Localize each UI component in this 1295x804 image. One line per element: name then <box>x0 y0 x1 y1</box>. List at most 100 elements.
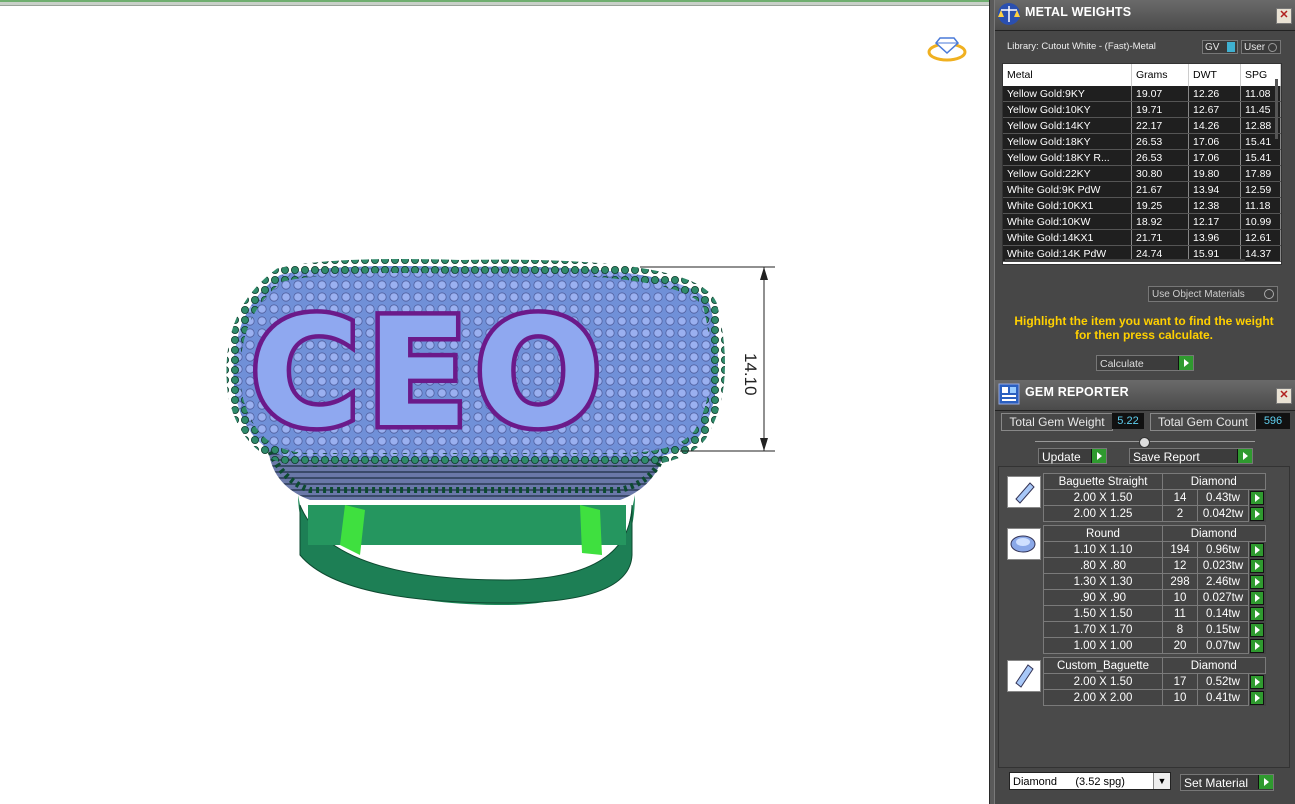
calculate-hint: Highlight the item you want to find the … <box>1014 314 1274 342</box>
material-select[interactable]: Diamond (3.52 spg) ▼ <box>1009 772 1171 790</box>
library-label: Library: Cutout White - (Fast)-Metal <box>1007 41 1156 52</box>
gem-slider[interactable] <box>1035 437 1255 448</box>
ring-letters: CEO <box>250 287 608 461</box>
gem-select-go-icon[interactable] <box>1250 506 1264 521</box>
scale-icon <box>998 3 1020 25</box>
set-material-button[interactable]: Set Material <box>1180 774 1274 791</box>
dwt-cell: 12.26 <box>1188 86 1241 102</box>
dimension-annotation[interactable] <box>640 260 790 460</box>
metal-row[interactable]: Yellow Gold:22KY 30.80 19.80 17.89 <box>1003 165 1281 182</box>
gem-count-cell: 8 <box>1162 621 1198 638</box>
ring-logo-icon[interactable] <box>926 28 968 64</box>
update-button[interactable]: Update <box>1038 448 1107 464</box>
gem-row[interactable]: 2.00 X 1.50 17 0.52tw <box>1043 673 1266 690</box>
gem-weight-cell: 2.46tw <box>1197 573 1249 590</box>
gem-row[interactable]: .90 X .90 10 0.027tw <box>1043 589 1266 606</box>
gem-select-go-icon[interactable] <box>1250 590 1264 605</box>
gem-group-table[interactable]: Baguette Straight Diamond 2.00 X 1.50 14 0.4… <box>1043 473 1266 522</box>
gem-size-cell: .80 X .80 <box>1043 557 1163 574</box>
gem-select-go-icon[interactable] <box>1250 558 1264 573</box>
metal-row[interactable]: White Gold:9K PdW 21.67 13.94 12.59 <box>1003 181 1281 198</box>
gem-row[interactable]: 1.30 X 1.30 298 2.46tw <box>1043 573 1266 590</box>
metal-weights-title: METAL WEIGHTS <box>1025 5 1132 19</box>
gem-weight-cell: 0.41tw <box>1197 689 1249 706</box>
gem-list-area[interactable]: Baguette Straight Diamond 2.00 X 1.50 14 0.4… <box>998 466 1290 768</box>
gem-row[interactable]: 1.00 X 1.00 20 0.07tw <box>1043 637 1266 654</box>
total-gem-weight-label: Total Gem Weight <box>1001 413 1113 431</box>
gem-size-cell: 1.30 X 1.30 <box>1043 573 1163 590</box>
dwt-cell: 17.06 <box>1188 149 1241 166</box>
update-go-icon <box>1091 449 1106 463</box>
gem-select-go-icon[interactable] <box>1250 674 1264 689</box>
gem-slider-handle[interactable] <box>1139 437 1150 448</box>
metal-row[interactable]: Yellow Gold:9KY 19.07 12.26 11.08 <box>1003 86 1281 102</box>
gem-row[interactable]: .80 X .80 12 0.023tw <box>1043 557 1266 574</box>
col-metal[interactable]: Metal <box>1003 64 1132 86</box>
3d-viewport[interactable]: CEO 14.10 <box>0 0 989 804</box>
gem-row[interactable]: 2.00 X 1.50 14 0.43tw <box>1043 489 1266 506</box>
calculate-button[interactable]: Calculate <box>1096 355 1194 371</box>
gv-toggle[interactable]: GV <box>1202 40 1238 54</box>
gem-material-header: Diamond <box>1162 525 1266 542</box>
gem-row[interactable]: 1.70 X 1.70 8 0.15tw <box>1043 621 1266 638</box>
gem-select-go-icon[interactable] <box>1250 574 1264 589</box>
gem-size-cell: 1.50 X 1.50 <box>1043 605 1163 622</box>
grams-cell: 26.53 <box>1131 133 1189 150</box>
gem-size-cell: 2.00 X 1.25 <box>1043 505 1163 522</box>
grams-cell: 19.07 <box>1131 86 1189 102</box>
metal-name-cell: White Gold:14KX1 <box>1003 229 1132 246</box>
dwt-cell: 12.67 <box>1188 101 1241 118</box>
col-grams[interactable]: Grams <box>1131 64 1189 86</box>
gem-row[interactable]: 1.50 X 1.50 11 0.14tw <box>1043 605 1266 622</box>
user-toggle[interactable]: User <box>1241 40 1281 54</box>
gem-shape-header: Round <box>1043 525 1163 542</box>
gem-size-cell: 2.00 X 1.50 <box>1043 489 1163 506</box>
metal-row[interactable]: Yellow Gold:18KY 26.53 17.06 15.41 <box>1003 133 1281 150</box>
metal-weights-close-icon[interactable]: ✕ <box>1276 8 1292 24</box>
gem-select-go-icon[interactable] <box>1250 542 1264 557</box>
metal-row[interactable]: Yellow Gold:10KY 19.71 12.67 11.45 <box>1003 101 1281 118</box>
material-select-value: Diamond (3.52 spg) <box>1013 776 1125 788</box>
gem-size-cell: 1.10 X 1.10 <box>1043 541 1163 558</box>
gem-select-go-icon[interactable] <box>1250 606 1264 621</box>
gem-row[interactable]: 2.00 X 2.00 10 0.41tw <box>1043 689 1266 706</box>
gem-group-table[interactable]: Custom_Baguette Diamond 2.00 X 1.50 17 0.52t… <box>1043 657 1266 706</box>
baguette-gem-icon[interactable] <box>1007 476 1041 508</box>
metal-row[interactable]: White Gold:10KW 18.92 12.17 10.99 <box>1003 213 1281 230</box>
gem-row[interactable]: 1.10 X 1.10 194 0.96tw <box>1043 541 1266 558</box>
col-dwt[interactable]: DWT <box>1188 64 1241 86</box>
chevron-down-icon: ▼ <box>1153 773 1170 789</box>
metal-name-cell: Yellow Gold:10KY <box>1003 101 1132 118</box>
gem-select-go-icon[interactable] <box>1250 690 1264 705</box>
gem-weight-cell: 0.14tw <box>1197 605 1249 622</box>
metal-weights-table[interactable]: Metal Grams DWT SPG Yellow Gold:9KY 19.07… <box>1002 63 1282 265</box>
gem-row[interactable]: 2.00 X 1.25 2 0.042tw <box>1043 505 1266 522</box>
metal-row[interactable]: White Gold:10KX1 19.25 12.38 11.18 <box>1003 197 1281 214</box>
gem-reporter-close-icon[interactable]: ✕ <box>1276 388 1292 404</box>
gem-select-go-icon[interactable] <box>1250 622 1264 637</box>
gem-shape-header: Baguette Straight <box>1043 473 1163 490</box>
gem-select-go-icon[interactable] <box>1250 490 1264 505</box>
grams-cell: 21.67 <box>1131 181 1189 198</box>
grams-cell: 22.17 <box>1131 117 1189 134</box>
metal-row[interactable]: Yellow Gold:14KY 22.17 14.26 12.88 <box>1003 117 1281 134</box>
metal-row[interactable]: White Gold:14KX1 21.71 13.96 12.61 <box>1003 229 1281 246</box>
metal-row[interactable]: Yellow Gold:18KY R... 26.53 17.06 15.41 <box>1003 149 1281 166</box>
gv-toggle-label: GV <box>1205 42 1220 53</box>
grams-cell: 18.92 <box>1131 213 1189 230</box>
metal-name-cell: Yellow Gold:9KY <box>1003 86 1132 102</box>
gem-group-table[interactable]: Round Diamond 1.10 X 1.10 194 0.96tw .80 X .8… <box>1043 525 1266 654</box>
metal-table-hscroll[interactable] <box>1005 259 1245 262</box>
grams-cell: 19.25 <box>1131 197 1189 214</box>
round-gem-icon[interactable] <box>1007 528 1041 560</box>
dwt-cell: 13.94 <box>1188 181 1241 198</box>
save-report-button[interactable]: Save Report <box>1129 448 1253 464</box>
gem-select-go-icon[interactable] <box>1250 638 1264 653</box>
use-object-materials-toggle[interactable]: Use Object Materials <box>1148 286 1278 302</box>
custom-baguette-gem-icon[interactable] <box>1007 660 1041 692</box>
metal-name-cell: Yellow Gold:14KY <box>1003 117 1132 134</box>
metal-name-cell: Yellow Gold:22KY <box>1003 165 1132 182</box>
gem-reporter-title: GEM REPORTER <box>1025 385 1129 399</box>
total-gem-weight-value: 5.22 <box>1112 413 1144 429</box>
metal-table-scrollbar[interactable] <box>1273 74 1281 259</box>
